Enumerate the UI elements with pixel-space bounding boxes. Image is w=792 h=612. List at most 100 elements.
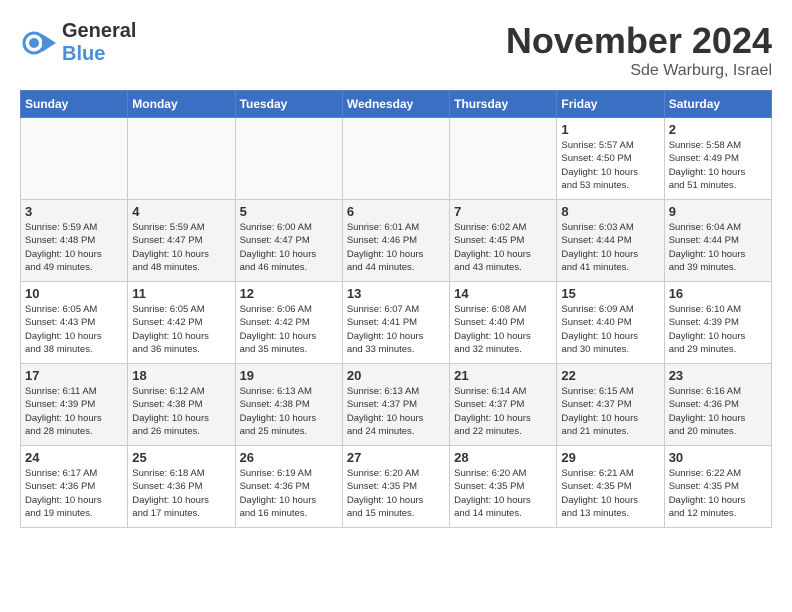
day-of-week-header: Saturday — [664, 91, 771, 118]
day-number: 7 — [454, 204, 552, 219]
day-info: Sunrise: 6:04 AMSunset: 4:44 PMDaylight:… — [669, 221, 767, 274]
calendar-day-cell: 4 Sunrise: 5:59 AMSunset: 4:47 PMDaylight… — [128, 200, 235, 282]
calendar-day-cell — [128, 118, 235, 200]
day-number: 1 — [561, 122, 659, 137]
calendar-day-cell: 2 Sunrise: 5:58 AMSunset: 4:49 PMDaylight… — [664, 118, 771, 200]
calendar-day-cell: 23 Sunrise: 6:16 AMSunset: 4:36 PMDayligh… — [664, 364, 771, 446]
day-info: Sunrise: 6:19 AMSunset: 4:36 PMDaylight:… — [240, 467, 338, 520]
day-of-week-header: Monday — [128, 91, 235, 118]
day-number: 30 — [669, 450, 767, 465]
day-number: 14 — [454, 286, 552, 301]
calendar-day-cell: 22 Sunrise: 6:15 AMSunset: 4:37 PMDayligh… — [557, 364, 664, 446]
calendar-day-cell — [450, 118, 557, 200]
day-info: Sunrise: 6:10 AMSunset: 4:39 PMDaylight:… — [669, 303, 767, 356]
day-number: 21 — [454, 368, 552, 383]
day-number: 23 — [669, 368, 767, 383]
day-number: 24 — [25, 450, 123, 465]
day-number: 18 — [132, 368, 230, 383]
calendar-day-cell: 13Sunrise: 6:07 AMSunset: 4:41 PMDayligh… — [342, 282, 449, 364]
calendar-week-row: 1 Sunrise: 5:57 AMSunset: 4:50 PMDaylight… — [21, 118, 772, 200]
day-info: Sunrise: 6:13 AMSunset: 4:37 PMDaylight:… — [347, 385, 445, 438]
calendar-day-cell: 26 Sunrise: 6:19 AMSunset: 4:36 PMDayligh… — [235, 446, 342, 528]
calendar-day-cell: 10 Sunrise: 6:05 AMSunset: 4:43 PMDayligh… — [21, 282, 128, 364]
calendar-day-cell: 15Sunrise: 6:09 AMSunset: 4:40 PMDayligh… — [557, 282, 664, 364]
day-info: Sunrise: 6:06 AMSunset: 4:42 PMDaylight:… — [240, 303, 338, 356]
day-number: 2 — [669, 122, 767, 137]
day-info: Sunrise: 6:01 AMSunset: 4:46 PMDaylight:… — [347, 221, 445, 274]
day-info: Sunrise: 6:15 AMSunset: 4:37 PMDaylight:… — [561, 385, 659, 438]
calendar-day-cell: 5Sunrise: 6:00 AMSunset: 4:47 PMDaylight… — [235, 200, 342, 282]
day-of-week-header: Thursday — [450, 91, 557, 118]
calendar-day-cell: 19 Sunrise: 6:13 AMSunset: 4:38 PMDayligh… — [235, 364, 342, 446]
calendar-day-cell: 8 Sunrise: 6:03 AMSunset: 4:44 PMDaylight… — [557, 200, 664, 282]
day-info: Sunrise: 6:20 AMSunset: 4:35 PMDaylight:… — [454, 467, 552, 520]
calendar-day-cell: 3Sunrise: 5:59 AMSunset: 4:48 PMDaylight… — [21, 200, 128, 282]
day-info: Sunrise: 6:05 AMSunset: 4:42 PMDaylight:… — [132, 303, 230, 356]
day-info: Sunrise: 6:08 AMSunset: 4:40 PMDaylight:… — [454, 303, 552, 356]
day-number: 11 — [132, 286, 230, 301]
day-info: Sunrise: 6:02 AMSunset: 4:45 PMDaylight:… — [454, 221, 552, 274]
day-number: 6 — [347, 204, 445, 219]
day-info: Sunrise: 6:00 AMSunset: 4:47 PMDaylight:… — [240, 221, 338, 274]
day-info: Sunrise: 6:18 AMSunset: 4:36 PMDaylight:… — [132, 467, 230, 520]
day-number: 16 — [669, 286, 767, 301]
day-number: 10 — [25, 286, 123, 301]
day-number: 29 — [561, 450, 659, 465]
day-number: 26 — [240, 450, 338, 465]
day-number: 13 — [347, 286, 445, 301]
day-info: Sunrise: 6:05 AMSunset: 4:43 PMDaylight:… — [25, 303, 123, 356]
day-number: 22 — [561, 368, 659, 383]
day-info: Sunrise: 5:59 AMSunset: 4:47 PMDaylight:… — [132, 221, 230, 274]
day-info: Sunrise: 6:03 AMSunset: 4:44 PMDaylight:… — [561, 221, 659, 274]
calendar-day-cell: 28 Sunrise: 6:20 AMSunset: 4:35 PMDayligh… — [450, 446, 557, 528]
day-number: 28 — [454, 450, 552, 465]
day-number: 4 — [132, 204, 230, 219]
title-block: November 2024 Sde Warburg, Israel — [506, 20, 772, 80]
day-info: Sunrise: 6:22 AMSunset: 4:35 PMDaylight:… — [669, 467, 767, 520]
calendar-day-cell: 6 Sunrise: 6:01 AMSunset: 4:46 PMDaylight… — [342, 200, 449, 282]
day-info: Sunrise: 6:16 AMSunset: 4:36 PMDaylight:… — [669, 385, 767, 438]
calendar-day-cell: 11 Sunrise: 6:05 AMSunset: 4:42 PMDayligh… — [128, 282, 235, 364]
calendar-body: 1 Sunrise: 5:57 AMSunset: 4:50 PMDaylight… — [21, 118, 772, 528]
calendar-day-cell: 27 Sunrise: 6:20 AMSunset: 4:35 PMDayligh… — [342, 446, 449, 528]
day-number: 19 — [240, 368, 338, 383]
day-of-week-header: Friday — [557, 91, 664, 118]
day-number: 17 — [25, 368, 123, 383]
calendar-day-cell — [342, 118, 449, 200]
calendar-day-cell: 29 Sunrise: 6:21 AMSunset: 4:35 PMDayligh… — [557, 446, 664, 528]
day-number: 20 — [347, 368, 445, 383]
calendar-day-cell: 16 Sunrise: 6:10 AMSunset: 4:39 PMDayligh… — [664, 282, 771, 364]
day-info: Sunrise: 5:57 AMSunset: 4:50 PMDaylight:… — [561, 139, 659, 192]
calendar-day-cell: 1 Sunrise: 5:57 AMSunset: 4:50 PMDaylight… — [557, 118, 664, 200]
logo-graphic — [20, 24, 58, 62]
day-number: 27 — [347, 450, 445, 465]
day-of-week-header: Sunday — [21, 91, 128, 118]
calendar-day-cell: 12 Sunrise: 6:06 AMSunset: 4:42 PMDayligh… — [235, 282, 342, 364]
day-of-week-header: Tuesday — [235, 91, 342, 118]
day-number: 9 — [669, 204, 767, 219]
logo-text: GeneralBlue — [62, 20, 136, 66]
day-info: Sunrise: 6:11 AMSunset: 4:39 PMDaylight:… — [25, 385, 123, 438]
location: Sde Warburg, Israel — [506, 62, 772, 80]
day-info: Sunrise: 6:21 AMSunset: 4:35 PMDaylight:… — [561, 467, 659, 520]
calendar-day-cell: 25 Sunrise: 6:18 AMSunset: 4:36 PMDayligh… — [128, 446, 235, 528]
calendar-table: SundayMondayTuesdayWednesdayThursdayFrid… — [20, 90, 772, 528]
day-info: Sunrise: 5:59 AMSunset: 4:48 PMDaylight:… — [25, 221, 123, 274]
day-number: 8 — [561, 204, 659, 219]
day-info: Sunrise: 5:58 AMSunset: 4:49 PMDaylight:… — [669, 139, 767, 192]
day-info: Sunrise: 6:12 AMSunset: 4:38 PMDaylight:… — [132, 385, 230, 438]
day-info: Sunrise: 6:09 AMSunset: 4:40 PMDaylight:… — [561, 303, 659, 356]
calendar-day-cell: 24 Sunrise: 6:17 AMSunset: 4:36 PMDayligh… — [21, 446, 128, 528]
calendar-day-cell: 18 Sunrise: 6:12 AMSunset: 4:38 PMDayligh… — [128, 364, 235, 446]
calendar-week-row: 10 Sunrise: 6:05 AMSunset: 4:43 PMDayligh… — [21, 282, 772, 364]
logo: GeneralBlue — [20, 20, 136, 66]
calendar-day-cell: 14 Sunrise: 6:08 AMSunset: 4:40 PMDayligh… — [450, 282, 557, 364]
day-info: Sunrise: 6:20 AMSunset: 4:35 PMDaylight:… — [347, 467, 445, 520]
day-info: Sunrise: 6:14 AMSunset: 4:37 PMDaylight:… — [454, 385, 552, 438]
calendar-week-row: 3Sunrise: 5:59 AMSunset: 4:48 PMDaylight… — [21, 200, 772, 282]
calendar-header-row: SundayMondayTuesdayWednesdayThursdayFrid… — [21, 91, 772, 118]
day-number: 25 — [132, 450, 230, 465]
day-info: Sunrise: 6:13 AMSunset: 4:38 PMDaylight:… — [240, 385, 338, 438]
day-info: Sunrise: 6:17 AMSunset: 4:36 PMDaylight:… — [25, 467, 123, 520]
day-number: 12 — [240, 286, 338, 301]
